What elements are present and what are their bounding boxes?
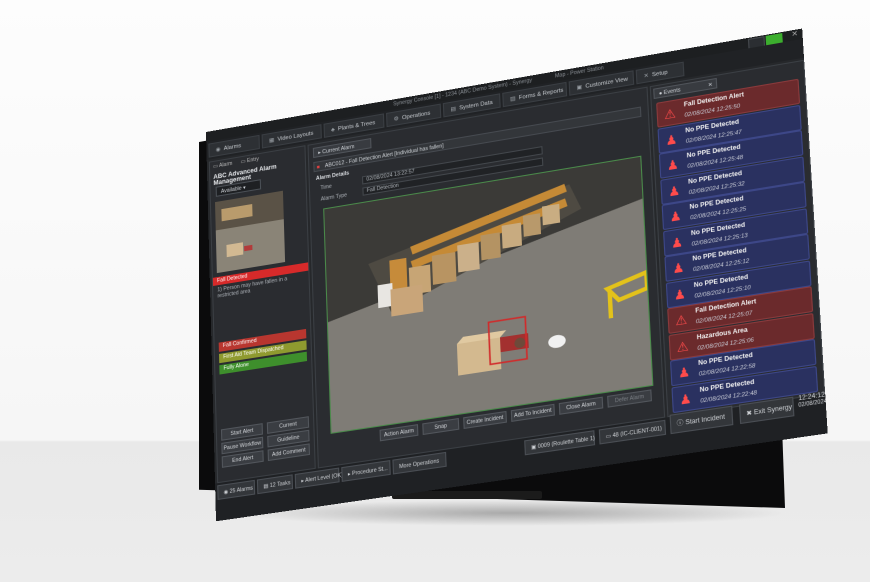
person-icon: ♟ [672, 284, 688, 303]
person-icon: ♟ [663, 130, 679, 149]
alert-person-icon: ⚠ [662, 105, 678, 124]
alarm-icon: ■ [316, 162, 319, 173]
person-icon: ♟ [667, 207, 683, 226]
info-icon: ⓘ [677, 420, 684, 427]
warehouse-scene [324, 157, 652, 433]
alarm-details-heading: Alarm Details [316, 170, 350, 182]
camera-feed[interactable] [323, 156, 653, 434]
tree-icon: ♣ [331, 127, 335, 134]
person-icon: ♟ [666, 181, 682, 200]
person-icon: ♟ [669, 233, 685, 252]
snap-button[interactable]: Snap [422, 418, 459, 435]
alert-person-icon: ⚠ [673, 311, 689, 330]
bell-icon: ● [659, 90, 663, 97]
person-icon: ♟ [676, 363, 693, 382]
form-icon: ▧ [510, 96, 516, 103]
defer-alarm-button[interactable]: Defer Alarm [607, 389, 652, 407]
subtab-entry[interactable]: ▭ Entry [241, 156, 259, 165]
camera-thumbnail[interactable] [215, 191, 285, 273]
field-time-label: Time [320, 184, 332, 192]
wrench-icon: ✕ [644, 73, 649, 80]
close-alarm-button[interactable]: Close Alarm [559, 397, 604, 415]
monitor: Synergy Console [1] - 1234 (ABC Demo Sys… [0, 0, 870, 582]
person-icon: ♟ [677, 389, 694, 409]
field-type-label: Alarm Type [321, 192, 348, 203]
close-icon[interactable]: ✕ [708, 80, 713, 91]
left-panel: ▭ Alarm ▭ Entry ABC Advanced Alarm Manag… [209, 145, 316, 483]
create-incident-button[interactable]: Create Incident [463, 411, 507, 429]
person-icon: ♟ [670, 259, 686, 278]
layout-icon: ▣ [576, 84, 582, 91]
add-to-incident-button[interactable]: Add To Incident [511, 404, 555, 422]
building-icon: ▣ [531, 444, 536, 451]
exit-icon: ✖ [746, 410, 752, 417]
subtab-alarm[interactable]: ▭ Alarm [213, 161, 233, 170]
alert-person-icon: ⚠ [674, 337, 691, 356]
monitor-icon: ▭ [606, 433, 612, 440]
bell-icon: ◉ [216, 147, 221, 154]
thumb-person [244, 245, 252, 251]
events-panel: ● Events ✕ ⚠ Fall Detection Alert 02/08/20… [650, 60, 826, 418]
action-alarm-button[interactable]: Action Alarm [380, 424, 419, 441]
thumb-box [226, 242, 243, 257]
chevron-down-icon: ▾ [243, 185, 246, 191]
person-icon: ♟ [665, 156, 681, 175]
alarm-panel: ▸ Current Alarm ■ ABC012 - Fall Detection… [308, 87, 666, 469]
gear-icon: ⚙ [394, 116, 399, 123]
database-icon: ▤ [450, 106, 456, 113]
grid-icon: ▦ [269, 137, 275, 144]
